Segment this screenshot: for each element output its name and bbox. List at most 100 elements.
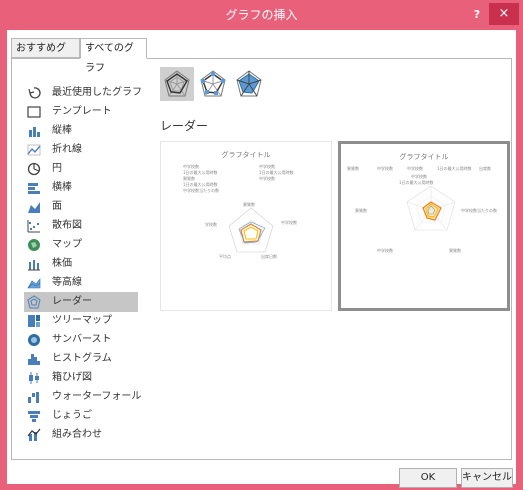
- sidebar-item-label: じょうご: [52, 410, 92, 421]
- axis-label: 中学校数当たりの数: [461, 208, 497, 213]
- pie-chart-icon: [27, 162, 41, 176]
- sidebar-item-surface-chart[interactable]: 等高線: [24, 273, 138, 293]
- chart-preview-2[interactable]: グラフタイトル 異質数 中学校数 中学校数 1日の最大公用時数 出席数 中学校数…: [338, 141, 510, 311]
- waterfall-chart-icon: [27, 390, 41, 404]
- line-chart-icon: [27, 143, 41, 157]
- preview1-radar-plot: [228, 207, 274, 253]
- chart-content-area: レーダー グラフタイトル 中学校数 中学校数 1日の最大公用時数 1日の最大公用…: [152, 59, 512, 459]
- stock-chart-icon: [27, 257, 41, 271]
- sidebar-item-label: 円: [52, 163, 62, 174]
- filled-radar-subtype-thumbnail[interactable]: [232, 67, 266, 101]
- sidebar-item-map-chart[interactable]: マップ: [24, 235, 138, 255]
- sidebar-item-label: 組み合わせ: [52, 429, 102, 440]
- sidebar-item-histogram-chart[interactable]: ヒストグラム: [24, 349, 138, 369]
- sidebar-item-area-chart[interactable]: 面: [24, 197, 138, 217]
- column-chart-icon: [27, 124, 41, 138]
- legend-entry: 中学校数: [183, 164, 199, 169]
- radar-subtype-thumbnail[interactable]: [160, 67, 194, 101]
- sidebar-item-label: 面: [52, 201, 62, 212]
- filled-radar-icon: [236, 70, 262, 97]
- axis-label: 出席日数: [261, 254, 277, 259]
- map-chart-icon: [27, 238, 41, 252]
- sidebar-item-label: テンプレート: [52, 106, 112, 117]
- axis-label: 異質数: [355, 208, 367, 213]
- sidebar-item-label: 株価: [52, 258, 72, 269]
- sidebar-item-label: 横棒: [52, 182, 72, 193]
- legend-entry: 中学校数当たりの数: [183, 188, 219, 193]
- sidebar-item-label: 箱ひげ図: [52, 372, 92, 383]
- sidebar-item-recent[interactable]: 最近使用したグラフ: [24, 83, 142, 103]
- sidebar-item-column-chart[interactable]: 縦棒: [24, 121, 138, 141]
- axis-label: 異質数: [449, 248, 461, 253]
- sidebar-item-line-chart[interactable]: 折れ線: [24, 140, 138, 160]
- sidebar-item-stock-chart[interactable]: 株価: [24, 254, 138, 274]
- axis-label: 学校数: [205, 222, 217, 227]
- radar-icon: [164, 70, 190, 97]
- sidebar-item-label: サンバースト: [52, 334, 112, 345]
- sidebar-item-label: レーダー: [52, 296, 92, 307]
- funnel-chart-icon: [27, 409, 41, 423]
- sidebar-item-funnel-chart[interactable]: じょうご: [24, 406, 138, 426]
- sidebar-item-box-whisker-chart[interactable]: 箱ひげ図: [24, 368, 138, 388]
- template-icon: [27, 105, 41, 119]
- sidebar-item-label: マップ: [52, 239, 82, 250]
- tab-recommended-charts[interactable]: おすすめグラフ: [11, 38, 80, 74]
- scatter-chart-icon: [27, 219, 41, 233]
- sidebar-item-label: ツリーマップ: [52, 315, 112, 326]
- sidebar-item-label: 折れ線: [52, 144, 82, 155]
- sidebar-item-label: 等高線: [52, 277, 82, 288]
- chart-type-list: 最近使用したグラフテンプレート縦棒折れ線円横棒面散布図マップ株価等高線レーダーツ…: [12, 59, 142, 459]
- tab-all-charts[interactable]: すべてのグラフ: [80, 38, 147, 74]
- bar-chart-icon: [27, 181, 41, 195]
- preview2-radar-plot: [406, 185, 456, 231]
- sidebar-item-radar-chart[interactable]: レーダー: [24, 292, 138, 312]
- ok-button[interactable]: OK: [399, 468, 457, 488]
- axis-label: 平均点: [219, 254, 231, 259]
- sunburst-chart-icon: [27, 333, 41, 347]
- box-whisker-chart-icon: [27, 371, 41, 385]
- sidebar-item-pie-chart[interactable]: 円: [24, 159, 138, 179]
- preview-chart-title: グラフタイトル: [221, 151, 271, 159]
- chart-type-name: レーダー: [160, 119, 209, 133]
- treemap-chart-icon: [27, 314, 41, 328]
- preview-chart-title: グラフタイトル: [399, 153, 449, 161]
- legend-entry: 1日の最大公用時数: [437, 166, 472, 171]
- close-button[interactable]: ×: [489, 3, 519, 25]
- sidebar-item-waterfall-chart[interactable]: ウォーターフォール: [24, 387, 142, 407]
- sidebar-item-sunburst-chart[interactable]: サンバースト: [24, 330, 138, 350]
- help-button[interactable]: ?: [468, 5, 486, 25]
- sidebar-item-label: ウォーターフォール: [52, 391, 142, 402]
- recent-icon: [27, 86, 41, 100]
- radar-markers-icon: [200, 70, 226, 97]
- histogram-chart-icon: [27, 352, 41, 366]
- legend-entry: 出席数: [479, 166, 491, 171]
- cancel-button[interactable]: キャンセル: [461, 468, 513, 488]
- legend-entry: 中学校数: [259, 176, 275, 181]
- sidebar-item-template[interactable]: テンプレート: [24, 102, 138, 122]
- all-charts-panel: 最近使用したグラフ テンプレート 縦棒 折れ線円横棒面散布図 マップ 株価 等高線 レーダーツ…: [11, 58, 512, 460]
- chart-preview-1[interactable]: グラフタイトル 中学校数 中学校数 1日の最大公用時数 1日の最大公用時数 異質…: [160, 141, 332, 311]
- sidebar-item-label: ヒストグラム: [52, 353, 112, 364]
- axis-label: 異質数: [243, 202, 255, 207]
- radar-chart-icon: [27, 295, 41, 309]
- combo-chart-icon: [27, 428, 41, 442]
- sidebar-item-bar-chart[interactable]: 横棒: [24, 178, 138, 198]
- sidebar-item-treemap-chart[interactable]: ツリーマップ: [24, 311, 138, 331]
- surface-chart-icon: [27, 276, 41, 290]
- axis-label: 中学校数: [281, 220, 297, 225]
- insert-chart-dialog: グラフの挿入 ? × おすすめグラフ すべてのグラフ 最近使用したグラフテンプレ…: [0, 0, 523, 490]
- dialog-title: グラフの挿入: [225, 8, 298, 22]
- sidebar-item-label: 散布図: [52, 220, 82, 231]
- sidebar-item-combo-chart[interactable]: 組み合わせ: [24, 425, 138, 445]
- legend-entry: 1日の最大公用時数: [183, 182, 218, 187]
- legend-entry: 1日の最大公用時数: [259, 170, 294, 175]
- legend-entry: 中学校数: [407, 166, 423, 171]
- axis-label: 中学校数: [377, 248, 393, 253]
- radar-markers-subtype-thumbnail[interactable]: [196, 67, 230, 101]
- legend-entry: 異質数: [347, 166, 359, 171]
- area-chart-icon: [27, 200, 41, 214]
- title-bar: グラフの挿入 ? ×: [0, 0, 523, 30]
- legend-entry: 異質数: [183, 176, 195, 181]
- legend-entry: 中学校数: [259, 164, 275, 169]
- sidebar-item-scatter-chart[interactable]: 散布図: [24, 216, 138, 236]
